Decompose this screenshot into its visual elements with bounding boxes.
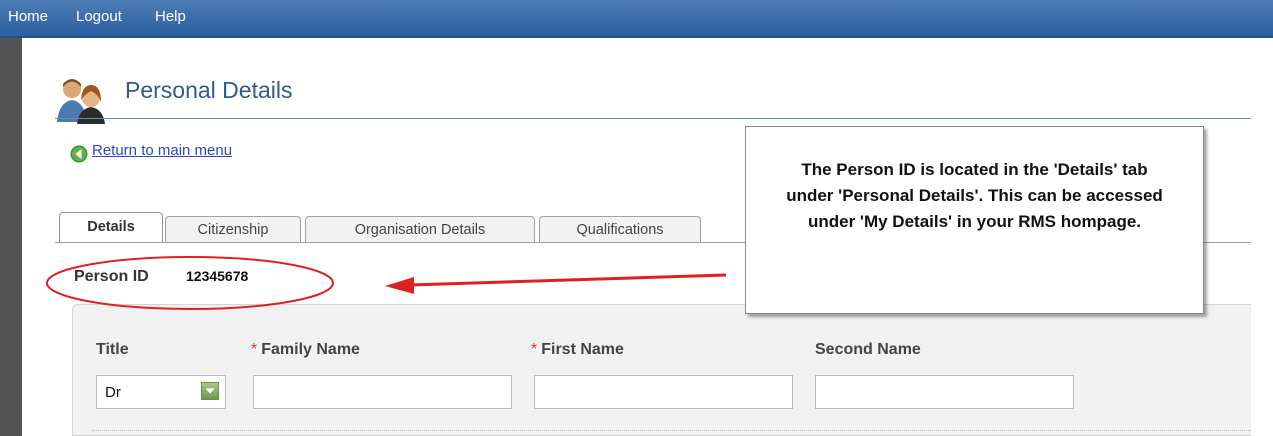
callout-box: The Person ID is located in the 'Details…: [745, 126, 1204, 314]
nav-logout-link[interactable]: Logout: [76, 8, 122, 25]
back-arrow-icon[interactable]: [70, 145, 88, 163]
first-name-label-text: First Name: [541, 341, 624, 358]
tab-qualifications[interactable]: Qualifications: [539, 216, 701, 242]
tab-organisation-details[interactable]: Organisation Details: [305, 216, 535, 242]
person-id-value: 12345678: [186, 268, 249, 284]
chevron-down-icon[interactable]: [201, 382, 219, 400]
left-sidebar-strip: [0, 38, 22, 436]
form-row-separator: [92, 430, 1251, 431]
page-title: Personal Details: [125, 77, 293, 103]
first-name-label: * First Name: [531, 341, 624, 359]
title-label: Title: [96, 341, 129, 358]
tab-citizenship[interactable]: Citizenship: [165, 216, 301, 242]
first-name-input[interactable]: [534, 375, 793, 409]
second-name-input[interactable]: [815, 375, 1074, 409]
second-name-label: Second Name: [815, 341, 921, 358]
tab-details[interactable]: Details: [59, 212, 163, 242]
person-id-label: Person ID: [74, 268, 149, 285]
title-divider: [55, 118, 1251, 119]
family-name-input[interactable]: [253, 375, 512, 409]
title-select-value: Dr: [105, 384, 121, 401]
nav-home-link[interactable]: Home: [8, 8, 48, 25]
nav-help-link[interactable]: Help: [155, 8, 186, 25]
required-marker: *: [251, 341, 258, 358]
return-to-main-menu-link[interactable]: Return to main menu: [92, 142, 232, 159]
family-name-label-text: Family Name: [261, 341, 360, 358]
family-name-label: * Family Name: [251, 341, 360, 359]
top-nav-bar: Home Logout Help: [0, 0, 1273, 38]
title-select[interactable]: Dr: [96, 375, 226, 409]
people-icon: [57, 79, 105, 124]
form-panel: [72, 304, 1251, 436]
required-marker: *: [531, 341, 538, 358]
